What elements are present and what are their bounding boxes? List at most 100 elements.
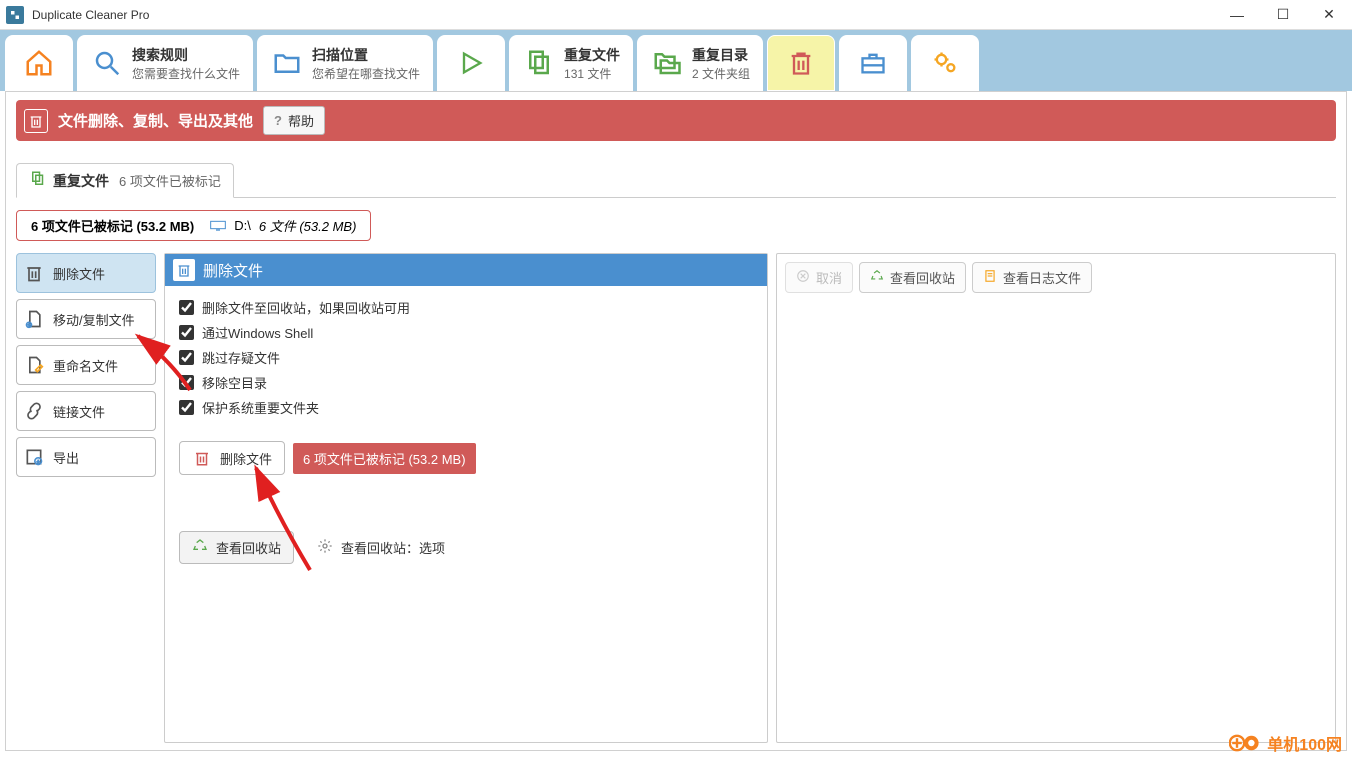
center-panel: 删除文件 删除文件至回收站，如果回收站可用 通过Windows Shell 跳过… xyxy=(164,253,768,743)
side-nav: 删除文件 移动/复制文件 重命名文件 链接文件 xyxy=(16,253,156,743)
sidebar-export[interactable]: 导出 xyxy=(16,437,156,477)
banner-title: 文件删除、复制、导出及其他 xyxy=(58,110,253,131)
trash-icon xyxy=(784,46,818,80)
duplicate-files-icon xyxy=(522,46,556,80)
cancel-label: 取消 xyxy=(816,268,842,287)
checkbox[interactable] xyxy=(179,325,194,340)
checkbox[interactable] xyxy=(179,375,194,390)
center-header-title: 删除文件 xyxy=(203,260,263,281)
drive-files: 6 文件 (53.2 MB) xyxy=(259,219,357,234)
sidebar-link[interactable]: 链接文件 xyxy=(16,391,156,431)
chk-label: 通过Windows Shell xyxy=(202,323,313,342)
tab-duplicate-files[interactable]: 重复文件 131 文件 xyxy=(509,35,633,91)
checkbox[interactable] xyxy=(179,300,194,315)
delete-count-badge: 6 项文件已被标记 (53.2 MB) xyxy=(293,443,476,474)
help-button[interactable]: ? 帮助 xyxy=(263,106,325,135)
search-icon xyxy=(90,46,124,80)
view-log-button[interactable]: 查看日志文件 xyxy=(972,262,1092,293)
sidebar-delete-label: 删除文件 xyxy=(53,264,105,283)
chk-windows-shell[interactable]: 通过Windows Shell xyxy=(179,323,753,342)
briefcase-icon xyxy=(856,46,890,80)
main-toolbar: 搜索规则 您需要查找什么文件 扫描位置 您希望在哪查找文件 重复文件 131 文… xyxy=(0,30,1352,91)
maximize-button[interactable]: ☐ xyxy=(1260,0,1306,29)
log-icon xyxy=(983,269,997,286)
play-icon xyxy=(454,46,488,80)
recycle-opts-label: 查看回收站：选项 xyxy=(341,538,445,557)
watermark-text: 单机100网 xyxy=(1267,731,1342,755)
sidebar-rename[interactable]: 重命名文件 xyxy=(16,345,156,385)
close-button[interactable]: ✕ xyxy=(1306,0,1352,29)
watermark-icon xyxy=(1229,732,1261,754)
delete-files-button[interactable]: 删除文件 xyxy=(179,441,285,475)
delete-action-row: 删除文件 6 项文件已被标记 (53.2 MB) xyxy=(179,441,753,475)
recycle-buttons-row: 查看回收站 查看回收站：选项 xyxy=(179,531,753,564)
subtab-duplicate-files[interactable]: 重复文件 6 项文件已被标记 xyxy=(16,163,234,198)
folder-icon xyxy=(270,46,304,80)
duplicate-folders-icon xyxy=(650,46,684,80)
chk-label: 移除空目录 xyxy=(202,373,267,392)
sidebar-movecopy-label: 移动/复制文件 xyxy=(53,310,135,329)
tab-duplicate-folders-sub: 2 文件夹组 xyxy=(692,65,750,82)
sidebar-delete-files[interactable]: 删除文件 xyxy=(16,253,156,293)
move-copy-icon xyxy=(23,308,45,330)
view-recycle-label: 查看回收站 xyxy=(216,538,281,557)
sub-tab-bar: 重复文件 6 项文件已被标记 xyxy=(16,163,1336,198)
trash-icon xyxy=(23,262,45,284)
subtab-label: 重复文件 xyxy=(53,171,109,191)
center-panel-header: 删除文件 xyxy=(165,254,767,286)
info-row: 6 项文件已被标记 (53.2 MB) D:\ 6 文件 (53.2 MB) xyxy=(16,210,1336,241)
tab-scan-location-title: 扫描位置 xyxy=(312,45,420,65)
home-icon xyxy=(22,46,56,80)
trash-icon xyxy=(24,109,48,133)
tab-home[interactable] xyxy=(5,35,73,91)
view-recycle-bin-button[interactable]: 查看回收站 xyxy=(179,531,294,564)
marked-info-pill: 6 项文件已被标记 (53.2 MB) D:\ 6 文件 (53.2 MB) xyxy=(16,210,371,241)
recycle-bin-options-button[interactable]: 查看回收站：选项 xyxy=(304,531,458,564)
chk-label: 删除文件至回收站，如果回收站可用 xyxy=(202,298,410,317)
chk-protect-system[interactable]: 保护系统重要文件夹 xyxy=(179,398,753,417)
tab-run-scan[interactable] xyxy=(437,35,505,91)
drive-info: D:\ 6 文件 (53.2 MB) xyxy=(210,216,356,235)
rename-icon xyxy=(23,354,45,376)
center-panel-body: 删除文件至回收站，如果回收站可用 通过Windows Shell 跳过存疑文件 … xyxy=(165,286,767,576)
tab-settings[interactable] xyxy=(911,35,979,91)
watermark: 单机100网 xyxy=(1229,731,1342,755)
tab-duplicate-folders[interactable]: 重复目录 2 文件夹组 xyxy=(637,35,763,91)
checkbox[interactable] xyxy=(179,350,194,365)
gear-icon xyxy=(317,538,333,557)
tab-delete-actions[interactable] xyxy=(767,35,835,91)
chk-remove-empty-dirs[interactable]: 移除空目录 xyxy=(179,373,753,392)
window-controls: — ☐ ✕ xyxy=(1214,0,1352,29)
tab-search-rules-sub: 您需要查找什么文件 xyxy=(132,65,240,82)
sidebar-export-label: 导出 xyxy=(53,448,79,467)
chk-skip-suspect[interactable]: 跳过存疑文件 xyxy=(179,348,753,367)
titlebar: Duplicate Cleaner Pro — ☐ ✕ xyxy=(0,0,1352,30)
action-banner: 文件删除、复制、导出及其他 ? 帮助 xyxy=(16,100,1336,141)
page-body: 文件删除、复制、导出及其他 ? 帮助 重复文件 6 项文件已被标记 6 项文件已… xyxy=(5,91,1347,751)
sidebar-rename-label: 重命名文件 xyxy=(53,356,118,375)
chk-recycle-bin[interactable]: 删除文件至回收站，如果回收站可用 xyxy=(179,298,753,317)
view-recycle-bin-button-right[interactable]: 查看回收站 xyxy=(859,262,966,293)
app-icon xyxy=(6,6,24,24)
tab-search-rules[interactable]: 搜索规则 您需要查找什么文件 xyxy=(77,35,253,91)
monitor-icon xyxy=(210,220,226,232)
tab-duplicate-folders-title: 重复目录 xyxy=(692,45,750,65)
sidebar-move-copy[interactable]: 移动/复制文件 xyxy=(16,299,156,339)
tab-scan-location-sub: 您希望在哪查找文件 xyxy=(312,65,420,82)
tab-tools[interactable] xyxy=(839,35,907,91)
minimize-button[interactable]: — xyxy=(1214,0,1260,29)
cancel-icon xyxy=(796,269,810,286)
view-log-label: 查看日志文件 xyxy=(1003,268,1081,287)
checkbox[interactable] xyxy=(179,400,194,415)
sidebar-link-label: 链接文件 xyxy=(53,402,105,421)
export-icon xyxy=(23,446,45,468)
marked-count-text: 6 项文件已被标记 (53.2 MB) xyxy=(31,216,194,235)
tab-duplicate-files-sub: 131 文件 xyxy=(564,65,620,82)
cancel-button[interactable]: 取消 xyxy=(785,262,853,293)
chk-label: 保护系统重要文件夹 xyxy=(202,398,319,417)
main-content-row: 删除文件 移动/复制文件 重命名文件 链接文件 xyxy=(16,253,1336,743)
tab-scan-location[interactable]: 扫描位置 您希望在哪查找文件 xyxy=(257,35,433,91)
link-icon xyxy=(23,400,45,422)
delete-btn-label: 删除文件 xyxy=(220,449,272,468)
tab-duplicate-files-title: 重复文件 xyxy=(564,45,620,65)
